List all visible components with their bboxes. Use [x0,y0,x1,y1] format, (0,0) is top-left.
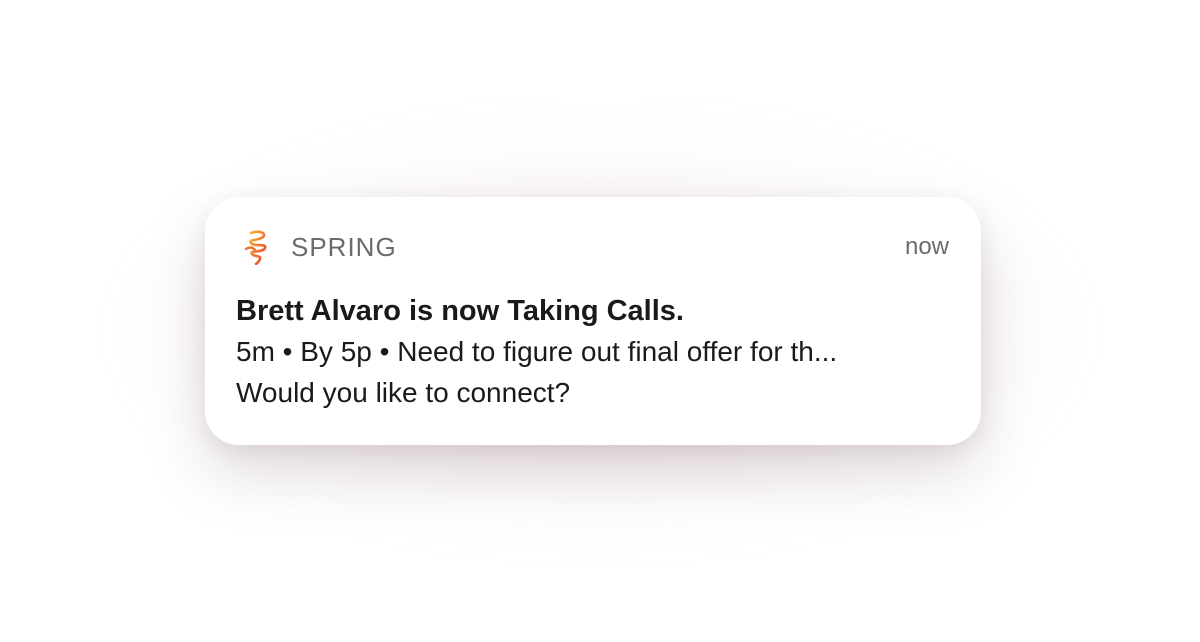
notification-header: SPRING now [243,225,949,269]
push-notification-card[interactable]: SPRING now Brett Alvaro is now Taking Ca… [205,197,981,445]
notification-body-line-1: 5m • By 5p • Need to figure out final of… [236,336,838,367]
notification-timestamp: now [904,233,949,260]
notification-content: Brett Alvaro is now Taking Calls. 5m • B… [236,291,941,413]
notification-title: Brett Alvaro is now Taking Calls. [236,295,684,327]
app-name: SPRING [291,231,397,262]
spring-logo-icon [243,229,273,265]
notification-backdrop: SPRING now Brett Alvaro is now Taking Ca… [0,0,1200,642]
notification-body-line-2: Would you like to connect? [236,377,571,408]
